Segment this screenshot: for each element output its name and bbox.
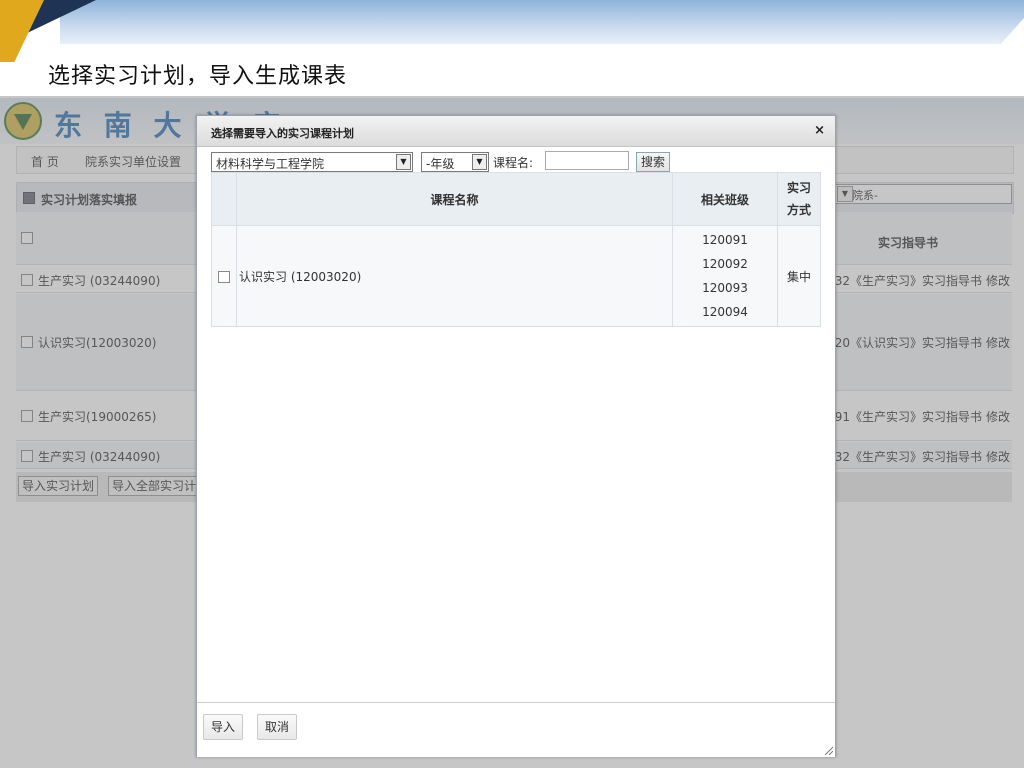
import-plan-dialog: 选择需要导入的实习课程计划 × 材料科学与工程学院 ▼ -年级 ▼ 课程名: 搜… xyxy=(196,115,836,757)
chevron-down-icon: ▼ xyxy=(472,154,487,170)
header-band xyxy=(60,0,1024,44)
mode-header: 实习 方式 xyxy=(777,172,821,226)
dialog-titlebar[interactable]: 选择需要导入的实习课程计划 × xyxy=(197,116,835,147)
mode-header-line2: 方式 xyxy=(786,203,811,217)
course-name: 认识实习 (12003020) xyxy=(239,269,362,284)
related-classes-cell: 120091 120092 120093 120094 xyxy=(672,225,778,327)
row-checkbox-cell xyxy=(211,225,237,327)
close-icon[interactable]: × xyxy=(814,123,825,138)
class-item: 120093 xyxy=(702,281,748,295)
class-item: 120092 xyxy=(702,257,748,271)
college-select-value: 材料科学与工程学院 xyxy=(216,157,325,171)
slide-title: 选择实习计划，导入生成课表 xyxy=(48,64,348,89)
dialog-title: 选择需要导入的实习课程计划 xyxy=(211,127,354,140)
search-button[interactable]: 搜索 xyxy=(636,152,671,172)
grade-select[interactable]: -年级 ▼ xyxy=(421,152,489,172)
mode-header-line1: 实习 xyxy=(786,181,811,195)
course-plan-table: 课程名称 相关班级 实习 方式 认识实习 (12003020) 120091 1… xyxy=(211,172,821,327)
course-name-label: 课程名: xyxy=(493,156,534,170)
related-classes-header: 相关班级 xyxy=(672,172,778,226)
gold-triangle xyxy=(0,0,44,62)
grade-select-value: -年级 xyxy=(426,157,455,171)
class-item: 120091 xyxy=(702,233,748,247)
mode-cell: 集中 xyxy=(777,225,821,327)
filter-toolbar: 材料科学与工程学院 ▼ -年级 ▼ 课程名: 搜索 xyxy=(211,151,821,172)
cancel-button[interactable]: 取消 xyxy=(257,714,298,740)
table-header-row: 课程名称 相关班级 实习 方式 xyxy=(211,172,821,226)
checkbox-column-header xyxy=(211,172,237,226)
college-select[interactable]: 材料科学与工程学院 ▼ xyxy=(211,152,413,172)
chevron-down-icon: ▼ xyxy=(396,154,411,170)
table-row: 认识实习 (12003020) 120091 120092 120093 120… xyxy=(211,225,821,327)
slide-header xyxy=(0,0,1024,62)
course-name-input[interactable] xyxy=(545,151,629,170)
import-button[interactable]: 导入 xyxy=(203,714,244,740)
course-name-header: 课程名称 xyxy=(236,172,673,226)
resize-grip-icon[interactable] xyxy=(823,745,833,755)
course-name-cell: 认识实习 (12003020) xyxy=(236,225,673,327)
class-item: 120094 xyxy=(702,305,748,319)
dialog-footer: 导入 取消 xyxy=(197,702,835,757)
row-checkbox[interactable] xyxy=(218,270,230,283)
